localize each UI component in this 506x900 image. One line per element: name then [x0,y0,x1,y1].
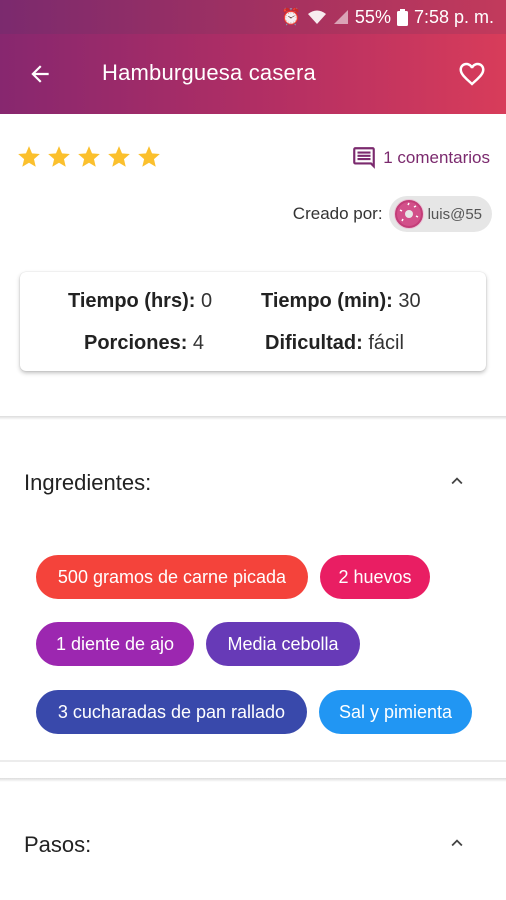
ingredient-chip[interactable]: Sal y pimienta [319,690,472,734]
chevron-up-icon[interactable] [446,470,468,492]
ingredient-chip[interactable]: 2 huevos [320,555,430,599]
steps-title: Pasos: [24,832,92,857]
portions: Porciones: 4 [84,332,204,355]
section-divider [0,778,506,782]
star-icon [48,146,70,167]
creator-username: luis@55 [427,205,482,223]
battery-icon [396,8,408,26]
creator-label: Creado por: [292,204,383,223]
star-icon [108,146,130,167]
portions-value: 4 [192,332,205,354]
portions-label: Porciones: [84,332,188,354]
section-divider [0,416,506,420]
comments-link[interactable]: 1 comentarios [351,145,490,171]
avatar [393,199,424,229]
page-title: Hamburguesa casera [102,60,316,85]
time-min-value: 30 [398,290,421,312]
ingredient-label: Sal y pimienta [338,701,453,722]
app-bar: Hamburguesa casera [0,34,506,114]
arrow-back-icon [31,65,49,83]
time-hrs-label: Tiempo (hrs): [68,290,196,312]
time-hrs-value: 0 [200,290,213,312]
wifi-icon [307,10,326,24]
ingredients-title: Ingredientes: [24,470,152,495]
time-hrs: Tiempo (hrs): 0 [68,290,212,313]
ingredient-chip[interactable]: Media cebolla [206,622,360,666]
difficulty-value: fácil [368,332,404,354]
time-min: Tiempo (min): 30 [261,290,421,313]
ingredient-chip[interactable]: 1 diente de ajo [36,622,194,666]
star-icon [18,146,40,167]
back-button[interactable] [22,56,58,92]
alarm-icon: ⏰ [281,9,301,26]
ingredient-label: 3 cucharadas de pan rallado [57,701,286,722]
ingredient-label: 2 huevos [338,566,412,587]
difficulty: Dificultad: fácil [265,332,404,355]
signal-icon [333,10,348,24]
difficulty-label: Dificultad: [265,332,363,354]
favorite-button[interactable] [454,56,490,92]
ingredient-label: 1 diente de ajo [55,633,175,654]
recipe-info-card: Tiempo (hrs): 0 Tiempo (min): 30 Porcion… [20,272,486,371]
ingredient-chip[interactable]: 500 gramos de carne picada [36,555,308,599]
comment-icon [353,147,376,169]
rating-stars[interactable] [16,144,162,170]
creator-row: Creado por: luis@55 [293,196,492,232]
creator-chip[interactable]: luis@55 [388,196,492,232]
star-icon [138,146,160,167]
clock: 7:58 p. m. [413,6,494,27]
ingredient-chip[interactable]: 3 cucharadas de pan rallado [36,690,307,734]
status-bar: ⏰ 55% 7:58 p. m. [0,0,506,34]
section-divider [0,760,506,762]
donut-icon [394,200,423,228]
ingredient-label: Media cebolla [227,633,339,654]
ingredient-label: 500 gramos de carne picada [57,566,287,587]
battery-percent: 55% [354,6,391,27]
star-icon [78,146,100,167]
chevron-up-icon[interactable] [446,832,468,854]
time-min-label: Tiempo (min): [261,290,393,312]
comments-label: 1 comentarios [383,148,490,167]
heart-outline-icon [459,62,485,86]
